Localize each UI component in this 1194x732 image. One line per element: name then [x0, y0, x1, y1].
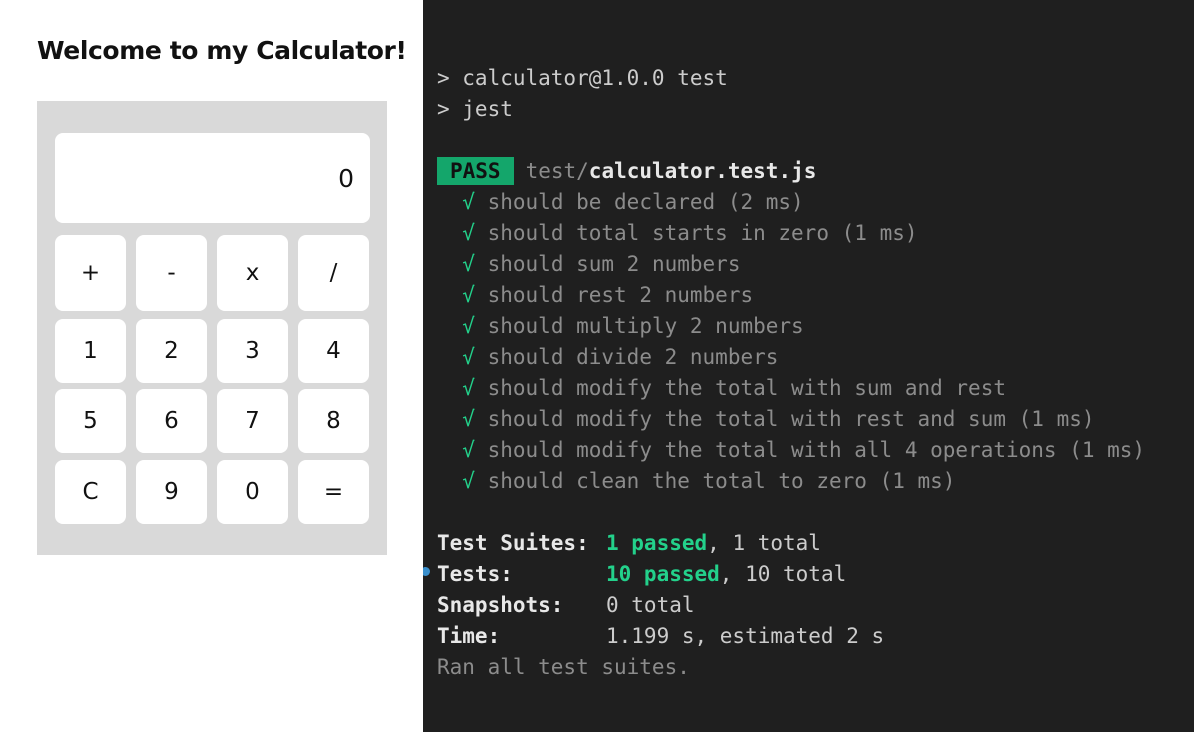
- check-icon: √: [462, 438, 475, 462]
- test-result-row: √ should rest 2 numbers: [462, 283, 754, 307]
- calculator-body: 0 + - x / 1 2 3 4 5 6 7 8 C 9 0 =: [37, 101, 387, 555]
- check-icon: √: [462, 376, 475, 400]
- digit-6-button[interactable]: 6: [136, 389, 207, 453]
- check-icon: √: [462, 314, 475, 338]
- add-button[interactable]: +: [55, 235, 126, 311]
- check-icon: √: [462, 252, 475, 276]
- digit-7-button[interactable]: 7: [217, 389, 288, 453]
- summary-snapshots: Snapshots: 0 total: [437, 593, 695, 617]
- test-file-dir: test/: [525, 159, 589, 183]
- page-title: Welcome to my Calculator!: [37, 36, 407, 65]
- divide-button[interactable]: /: [298, 235, 369, 311]
- summary-footer: Ran all test suites.: [437, 655, 690, 679]
- test-result-row: √ should total starts in zero (1 ms): [462, 221, 918, 245]
- scroll-marker-icon: [423, 567, 430, 576]
- digit-8-button[interactable]: 8: [298, 389, 369, 453]
- command-line: > jest: [437, 97, 513, 121]
- terminal-panel[interactable]: > calculator@1.0.0 test > jest PASS test/…: [423, 0, 1194, 732]
- clear-button[interactable]: C: [55, 460, 126, 524]
- check-icon: √: [462, 190, 475, 214]
- test-result-row: √ should modify the total with rest and …: [462, 407, 1095, 431]
- calculator-pane: Welcome to my Calculator! 0 + - x / 1 2 …: [0, 0, 423, 732]
- test-file-result: PASS test/calculator.test.js: [437, 157, 816, 185]
- test-result-row: √ should sum 2 numbers: [462, 252, 741, 276]
- test-result-row: √ should multiply 2 numbers: [462, 314, 804, 338]
- test-result-row: √ should modify the total with all 4 ope…: [462, 438, 1146, 462]
- digit-9-button[interactable]: 9: [136, 460, 207, 524]
- check-icon: √: [462, 407, 475, 431]
- digit-3-button[interactable]: 3: [217, 319, 288, 383]
- digit-5-button[interactable]: 5: [55, 389, 126, 453]
- summary-tests: Tests: 10 passed, 10 total: [437, 562, 847, 586]
- test-result-row: √ should be declared (2 ms): [462, 190, 804, 214]
- check-icon: √: [462, 283, 475, 307]
- command-line: > calculator@1.0.0 test: [437, 66, 728, 90]
- test-result-row: √ should modify the total with sum and r…: [462, 376, 1006, 400]
- digit-1-button[interactable]: 1: [55, 319, 126, 383]
- check-icon: √: [462, 221, 475, 245]
- digit-2-button[interactable]: 2: [136, 319, 207, 383]
- check-icon: √: [462, 345, 475, 369]
- multiply-button[interactable]: x: [217, 235, 288, 311]
- equals-button[interactable]: =: [298, 460, 369, 524]
- check-icon: √: [462, 469, 475, 493]
- subtract-button[interactable]: -: [136, 235, 207, 311]
- digit-0-button[interactable]: 0: [217, 460, 288, 524]
- test-result-row: √ should divide 2 numbers: [462, 345, 779, 369]
- test-result-row: √ should clean the total to zero (1 ms): [462, 469, 956, 493]
- digit-4-button[interactable]: 4: [298, 319, 369, 383]
- summary-time: Time: 1.199 s, estimated 2 s: [437, 624, 885, 648]
- calculator-display: 0: [55, 133, 370, 223]
- pass-badge: PASS: [437, 157, 514, 185]
- test-file-name: calculator.test.js: [588, 159, 817, 183]
- summary-suites: Test Suites: 1 passed, 1 total: [437, 531, 821, 555]
